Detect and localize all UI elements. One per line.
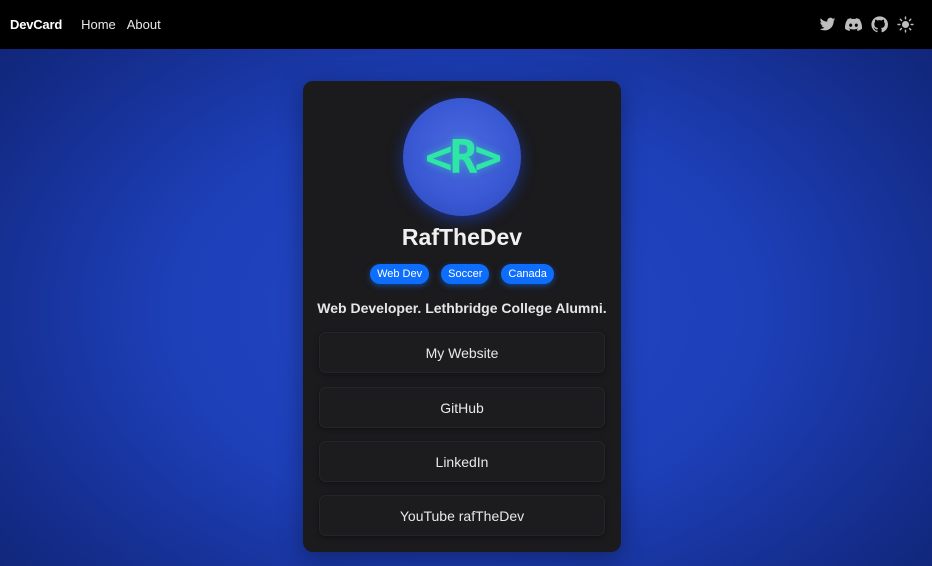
- profile-name: RafTheDev: [401, 224, 523, 250]
- nav-link-about[interactable]: About: [127, 17, 161, 32]
- linkedin-button[interactable]: LinkedIn: [319, 441, 605, 482]
- nav-link-home[interactable]: Home: [81, 17, 116, 32]
- profile-card: <R> RafTheDev Web Dev Soccer Canada Web …: [303, 81, 621, 552]
- social-icons: [818, 16, 922, 34]
- github-button[interactable]: GitHub: [319, 387, 605, 428]
- tag-soccer: Soccer: [441, 264, 490, 284]
- tag-list: Web Dev Soccer Canada: [303, 264, 621, 284]
- github-icon[interactable]: [870, 16, 888, 34]
- avatar: <R>: [403, 98, 521, 216]
- tag-canada: Canada: [501, 264, 554, 284]
- my-website-button[interactable]: My Website: [319, 332, 605, 373]
- discord-icon[interactable]: [844, 16, 862, 34]
- sun-icon[interactable]: [896, 16, 914, 34]
- youtube-button[interactable]: YouTube rafTheDev: [319, 495, 605, 536]
- tag-web-dev: Web Dev: [370, 264, 430, 284]
- brand-logo[interactable]: DevCard: [10, 17, 62, 32]
- avatar-logo-text: <R>: [424, 130, 502, 184]
- twitter-icon[interactable]: [818, 16, 836, 34]
- navbar: DevCard Home About: [0, 0, 932, 49]
- profile-bio: Web Developer. Lethbridge College Alumni…: [317, 300, 607, 316]
